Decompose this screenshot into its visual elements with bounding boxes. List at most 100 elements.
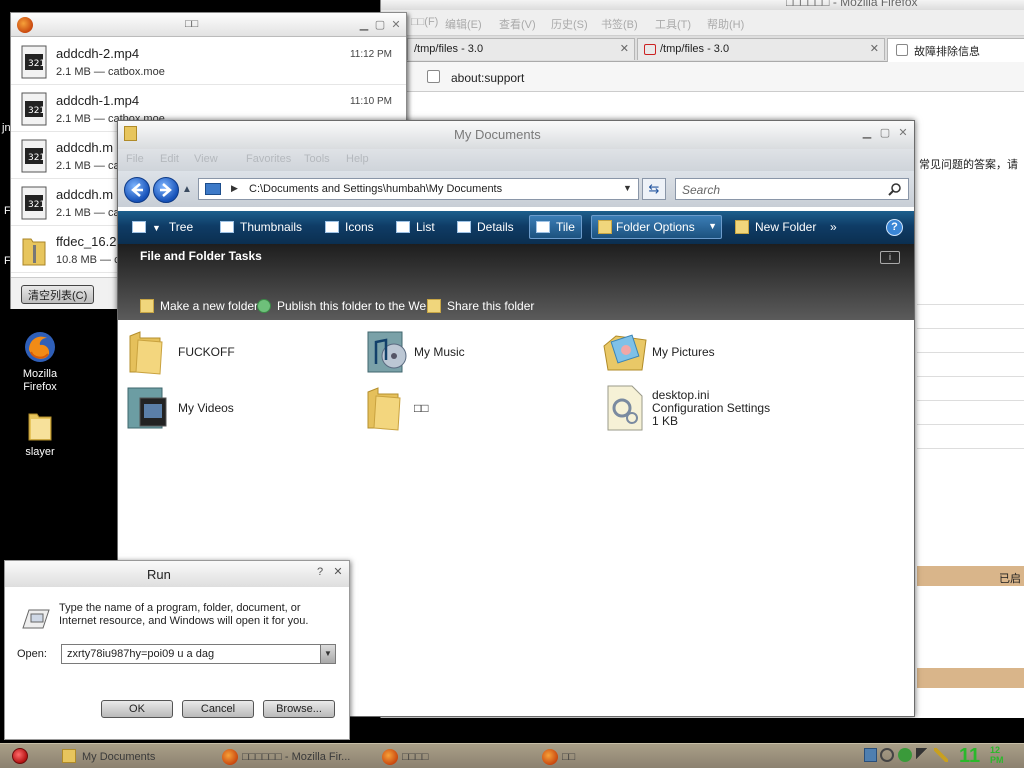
clear-list-button[interactable]: 清空列表(C): [21, 285, 95, 304]
close-icon[interactable]: ✕: [331, 566, 345, 578]
taskbar-item[interactable]: □□: [542, 747, 575, 767]
back-button[interactable]: [124, 177, 150, 203]
tile-label: Tile: [556, 220, 575, 234]
explorer-menu-item[interactable]: File: [126, 153, 144, 165]
maximize-icon[interactable]: ▢: [373, 19, 387, 31]
file-item[interactable]: My Videos: [126, 384, 346, 434]
firefox-urlbar[interactable]: about:support: [381, 62, 1024, 92]
taskbar-item[interactable]: My Documents: [62, 747, 155, 767]
zip-file-icon: [21, 233, 47, 267]
file-item[interactable]: FUCKOFF: [126, 328, 346, 378]
explorer-menu-item[interactable]: Edit: [160, 153, 179, 165]
firefox-menu-item[interactable]: 编辑(E): [445, 16, 482, 32]
tasks-title: File and Folder Tasks: [140, 249, 262, 263]
firefox-tab-active[interactable]: 故障排除信息: [887, 38, 1024, 62]
folder-options-button[interactable]: Folder Options ▼: [591, 215, 722, 239]
help-icon[interactable]: ?: [313, 566, 327, 578]
explorer-menu-item[interactable]: Favorites: [246, 153, 291, 165]
search-input[interactable]: Search: [675, 178, 909, 200]
firefox-menu-item[interactable]: 书签(B): [601, 16, 638, 32]
download-name: addcdh-1.mp4: [56, 93, 140, 108]
firefox-icon: [5, 330, 75, 364]
chevron-down-icon[interactable]: ▼: [320, 645, 335, 663]
up-arrow-icon[interactable]: ▲: [182, 184, 192, 195]
minimize-icon[interactable]: ▁: [357, 19, 371, 31]
toolbar-overflow-button[interactable]: »: [830, 220, 837, 234]
close-icon[interactable]: ✕: [389, 19, 403, 31]
firefox-menu-item[interactable]: □□(F): [411, 16, 438, 28]
video-file-icon: 321: [21, 92, 47, 126]
file-item[interactable]: desktop.ini Configuration Settings 1 KB: [602, 384, 822, 434]
list-view-button[interactable]: List: [396, 220, 435, 234]
sync-tray-icon[interactable]: [880, 748, 894, 762]
cancel-button[interactable]: Cancel: [182, 700, 254, 718]
share-icon: [427, 299, 441, 313]
file-item[interactable]: My Pictures: [602, 328, 822, 378]
network-tray-icon[interactable]: [864, 748, 877, 762]
tab-label: /tmp/files - 3.0: [660, 43, 730, 55]
firefox-menu-item[interactable]: 工具(T): [655, 16, 691, 32]
volume-tray-icon[interactable]: [916, 748, 930, 762]
details-icon: [457, 221, 471, 233]
tool-tray-icon[interactable]: [934, 748, 948, 762]
file-name: FUCKOFF: [178, 345, 235, 359]
explorer-menu-item[interactable]: View: [194, 153, 218, 165]
firefox-tab[interactable]: /tmp/files - 3.0 ✕: [407, 38, 635, 60]
clock-hour[interactable]: 11: [959, 745, 980, 767]
download-item[interactable]: 321 addcdh-2.mp4 2.1 MB — catbox.moe 11:…: [11, 38, 406, 85]
taskbar-item-label: □□□□: [402, 751, 429, 763]
update-tray-icon[interactable]: [898, 748, 912, 762]
download-meta: 2.1 MB — ca: [56, 160, 120, 172]
thumbnails-label: Thumbnails: [240, 220, 303, 234]
new-folder-button[interactable]: New Folder: [735, 220, 816, 234]
icons-view-button[interactable]: Icons: [325, 220, 374, 234]
share-folder-link[interactable]: Share this folder: [427, 299, 534, 313]
desktop-icon-firefox[interactable]: Mozilla Firefox: [5, 330, 75, 394]
run-command-input[interactable]: zxrty78iu987hy=poi09 u a dag ▼: [61, 644, 336, 664]
chevron-down-icon[interactable]: ▼: [623, 183, 632, 193]
firefox-icon: [382, 749, 398, 765]
firefox-menu-item[interactable]: 历史(S): [551, 16, 588, 32]
firefox-menu-item[interactable]: 查看(V): [499, 16, 536, 32]
download-meta: 2.1 MB — catbox.moe: [56, 66, 165, 78]
thumbnails-view-button[interactable]: Thumbnails: [220, 220, 302, 234]
tile-view-button[interactable]: Tile: [529, 215, 582, 239]
file-item[interactable]: □□: [364, 384, 584, 434]
thumbnails-icon: [220, 221, 234, 233]
address-bar[interactable]: ▶ C:\Documents and Settings\humbah\My Do…: [198, 178, 639, 200]
download-name: ffdec_16.2: [56, 234, 117, 249]
browse-button[interactable]: Browse...: [263, 700, 335, 718]
details-view-button[interactable]: Details: [457, 220, 514, 234]
taskbar-item-label: □□□□□□ - Mozilla Fir...: [242, 751, 351, 763]
forward-button[interactable]: [153, 177, 179, 203]
content-text: 常见问题的答案，请: [919, 159, 1018, 171]
content-table-row: [917, 448, 1024, 449]
explorer-menu-item[interactable]: Help: [346, 153, 369, 165]
file-item[interactable]: My Music: [364, 328, 584, 378]
chevron-down-icon[interactable]: ▼: [708, 221, 717, 231]
close-icon[interactable]: ✕: [896, 127, 910, 139]
minimize-icon[interactable]: ▁: [860, 127, 874, 139]
open-label: Open:: [17, 648, 47, 660]
firefox-tab[interactable]: /tmp/files - 3.0 ✕: [637, 38, 885, 60]
ok-button[interactable]: OK: [101, 700, 173, 718]
file-type: Configuration Settings: [652, 401, 771, 415]
url-text[interactable]: about:support: [451, 71, 524, 85]
refresh-button[interactable]: ⇆: [642, 178, 666, 200]
close-icon[interactable]: ✕: [620, 42, 629, 55]
taskbar-item[interactable]: □□□□□□ - Mozilla Fir...: [222, 747, 350, 767]
search-icon[interactable]: [888, 182, 902, 196]
collapse-icon[interactable]: i: [880, 251, 900, 264]
close-icon[interactable]: ✕: [870, 42, 879, 55]
explorer-menu-item[interactable]: Tools: [304, 153, 330, 165]
firefox-icon: [542, 749, 558, 765]
publish-folder-link[interactable]: Publish this folder to the Web: [257, 299, 433, 313]
make-new-folder-link[interactable]: Make a new folder: [140, 299, 258, 313]
desktop-icon-slayer[interactable]: slayer: [5, 410, 75, 459]
tree-view-button[interactable]: ▼ Tree: [132, 220, 193, 234]
firefox-menu-item[interactable]: 帮助(H): [707, 16, 744, 32]
help-icon[interactable]: ?: [886, 219, 903, 236]
maximize-icon[interactable]: ▢: [878, 127, 892, 139]
taskbar-item[interactable]: □□□□: [382, 747, 429, 767]
start-button[interactable]: [12, 748, 28, 764]
